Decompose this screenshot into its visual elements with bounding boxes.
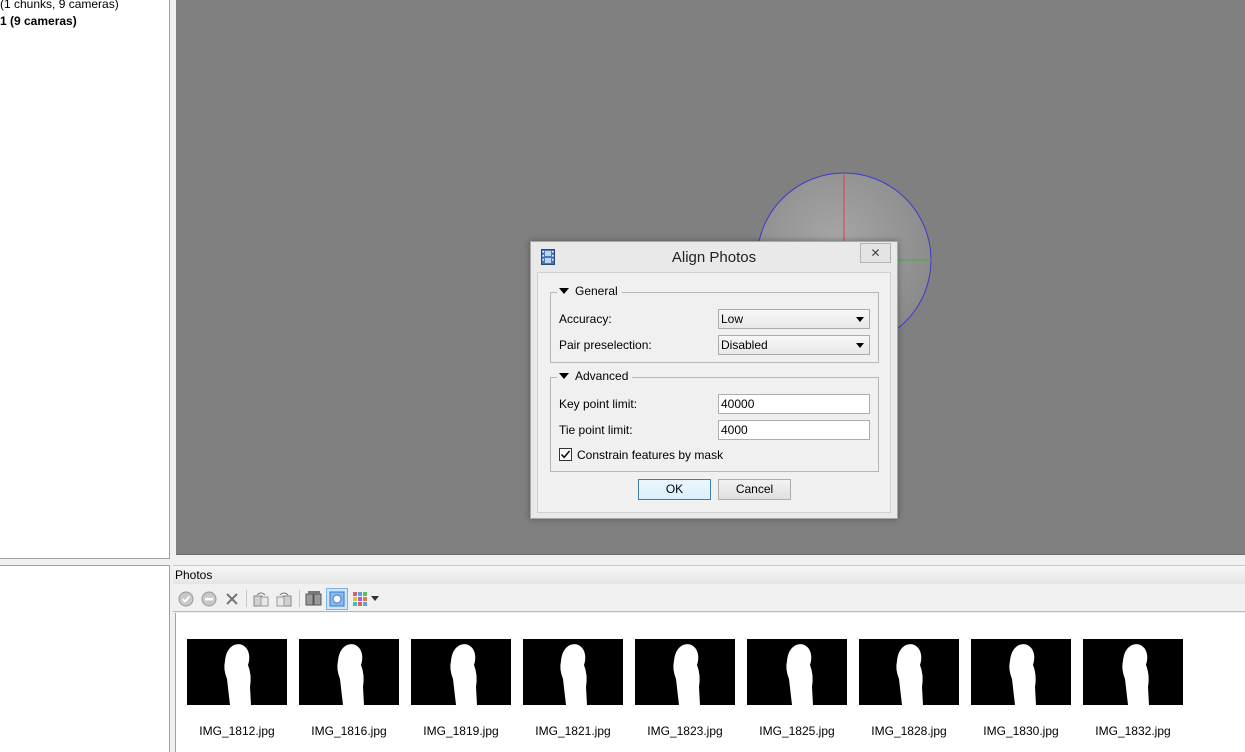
- dropdown-arrow-icon[interactable]: [368, 588, 382, 610]
- mask-silhouette-icon: [1122, 644, 1149, 705]
- photo-filename: IMG_1812.jpg: [199, 724, 275, 738]
- accuracy-label: Accuracy:: [559, 312, 612, 326]
- photo-thumbnail[interactable]: [411, 639, 511, 705]
- photo-filename: IMG_1828.jpg: [871, 724, 947, 738]
- photo-thumbnail[interactable]: [187, 639, 287, 705]
- workspace-summary[interactable]: (1 chunks, 9 cameras): [0, 0, 119, 11]
- photo-thumbnail[interactable]: [635, 639, 735, 705]
- general-group: General Accuracy: Low Pair preselection:…: [550, 284, 879, 363]
- constrain-by-mask-label[interactable]: Constrain features by mask: [577, 448, 723, 462]
- collapse-triangle-icon: [559, 373, 569, 379]
- general-group-title: General: [575, 284, 618, 298]
- enable-camera-icon[interactable]: [175, 588, 197, 610]
- photo-filename: IMG_1819.jpg: [423, 724, 499, 738]
- advanced-group: Advanced Key point limit: 40000 Tie poin…: [550, 369, 879, 472]
- photo-filename: IMG_1821.jpg: [535, 724, 611, 738]
- mask-silhouette-icon: [224, 644, 251, 705]
- accuracy-value: Low: [721, 312, 744, 326]
- show-masks-icon[interactable]: [326, 588, 348, 610]
- align-photos-dialog: Align Photos ✕ General Accuracy: Low Pai…: [530, 241, 898, 519]
- photo-filename: IMG_1830.jpg: [983, 724, 1059, 738]
- constrain-by-mask-checkbox[interactable]: [559, 448, 572, 461]
- photo-thumbnail[interactable]: [1083, 639, 1183, 705]
- pair-preselection-value: Disabled: [721, 338, 768, 352]
- general-group-header[interactable]: General: [557, 284, 622, 298]
- remove-icon[interactable]: [221, 588, 243, 610]
- photo-filename: IMG_1823.jpg: [647, 724, 723, 738]
- ok-button[interactable]: OK: [638, 479, 711, 500]
- close-button[interactable]: ✕: [860, 243, 891, 263]
- advanced-group-header[interactable]: Advanced: [557, 369, 633, 383]
- view-details-icon[interactable]: [303, 588, 325, 610]
- dialog-body: General Accuracy: Low Pair preselection:…: [537, 272, 891, 513]
- tie-point-limit-label: Tie point limit:: [559, 423, 633, 437]
- pair-preselection-label: Pair preselection:: [559, 338, 652, 352]
- mask-silhouette-icon: [896, 644, 923, 705]
- photos-pane-title: Photos: [173, 565, 1245, 584]
- mask-silhouette-icon: [786, 644, 813, 705]
- workspace-pane: (1 chunks, 9 cameras) 1 (9 cameras): [0, 0, 170, 559]
- mask-silhouette-icon: [560, 644, 587, 705]
- photo-thumbnail[interactable]: [971, 639, 1071, 705]
- photos-thumbnail-area[interactable]: IMG_1812.jpg IMG_1816.jpg IMG_1819.jpg IMG_…: [175, 613, 1245, 752]
- reference-pane: [0, 565, 170, 752]
- mask-silhouette-icon: [337, 644, 364, 705]
- rotate-left-icon[interactable]: [273, 588, 295, 610]
- photos-toolbar: [173, 585, 1245, 612]
- disable-camera-icon[interactable]: [198, 588, 220, 610]
- chevron-down-icon: [856, 343, 864, 348]
- dialog-titlebar[interactable]: Align Photos ✕: [531, 242, 897, 272]
- photo-filename: IMG_1816.jpg: [311, 724, 387, 738]
- close-icon: ✕: [870, 246, 881, 260]
- chevron-down-icon: [856, 317, 864, 322]
- pair-preselection-select[interactable]: Disabled: [718, 335, 870, 355]
- photo-thumbnail[interactable]: [299, 639, 399, 705]
- toolbar-separator: [299, 590, 300, 607]
- collapse-triangle-icon: [559, 288, 569, 294]
- photo-thumbnail[interactable]: [523, 639, 623, 705]
- chunk-item[interactable]: 1 (9 cameras): [0, 14, 77, 28]
- advanced-group-title: Advanced: [575, 369, 629, 383]
- dialog-title: Align Photos: [671, 249, 757, 266]
- key-point-limit-input[interactable]: 40000: [718, 394, 870, 414]
- mask-silhouette-icon: [450, 644, 477, 705]
- checkmark-icon: [560, 450, 571, 459]
- tie-point-limit-input[interactable]: 4000: [718, 420, 870, 440]
- accuracy-select[interactable]: Low: [718, 309, 870, 329]
- photo-filename: IMG_1825.jpg: [759, 724, 835, 738]
- mask-silhouette-icon: [1009, 644, 1036, 705]
- photo-filename: IMG_1832.jpg: [1095, 724, 1171, 738]
- cancel-button[interactable]: Cancel: [718, 479, 791, 500]
- photo-thumbnail[interactable]: [859, 639, 959, 705]
- rotate-right-icon[interactable]: [250, 588, 272, 610]
- toolbar-separator: [246, 590, 247, 607]
- key-point-limit-label: Key point limit:: [559, 397, 638, 411]
- mask-silhouette-icon: [673, 644, 700, 705]
- photo-thumbnail[interactable]: [747, 639, 847, 705]
